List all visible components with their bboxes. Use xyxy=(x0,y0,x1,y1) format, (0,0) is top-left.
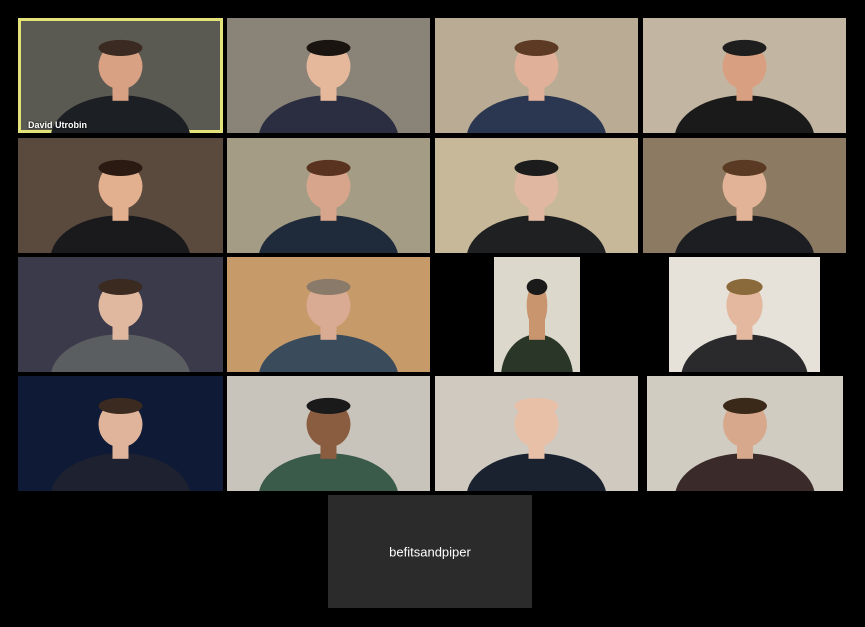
participant-video xyxy=(675,397,815,491)
participant-video xyxy=(501,278,573,372)
shirt xyxy=(259,95,398,133)
participant-tile[interactable] xyxy=(494,257,580,372)
participant-tile[interactable] xyxy=(643,138,846,253)
hair xyxy=(306,159,351,176)
shirt xyxy=(259,215,398,253)
shirt xyxy=(675,215,814,253)
participant-tile[interactable] xyxy=(643,18,846,133)
hair xyxy=(514,397,559,414)
participant-video xyxy=(467,39,606,133)
shirt xyxy=(675,453,815,491)
participant-video xyxy=(259,397,398,491)
hair xyxy=(306,39,351,56)
hair xyxy=(722,159,767,176)
participant-video xyxy=(51,397,190,491)
hair xyxy=(526,278,548,295)
participant-tile[interactable] xyxy=(227,18,430,133)
participant-tile[interactable] xyxy=(435,138,638,253)
shirt xyxy=(51,453,190,491)
shirt xyxy=(681,334,808,372)
shirt xyxy=(467,453,606,491)
participant-video xyxy=(259,278,398,372)
shirt xyxy=(259,453,398,491)
shirt xyxy=(51,215,190,253)
participant-video xyxy=(51,39,190,133)
participant-name: David Utrobin xyxy=(28,120,88,130)
participant-video xyxy=(51,278,190,372)
participant-video xyxy=(259,159,398,253)
hair xyxy=(722,39,767,56)
shirt xyxy=(675,95,814,133)
hair xyxy=(98,159,143,176)
participant-tile[interactable] xyxy=(669,257,820,372)
hair xyxy=(726,278,763,295)
participant-video xyxy=(675,39,814,133)
participant-tile[interactable] xyxy=(18,138,223,253)
shirt xyxy=(467,215,606,253)
hair xyxy=(306,278,351,295)
participant-tile[interactable] xyxy=(227,138,430,253)
shirt xyxy=(51,334,190,372)
participant-name: befitsandpiper xyxy=(389,544,471,559)
participant-tile[interactable] xyxy=(647,376,843,491)
participant-tile-audio-only[interactable]: befitsandpiper xyxy=(328,495,532,608)
participant-tile[interactable] xyxy=(435,18,638,133)
participant-video xyxy=(681,278,808,372)
hair xyxy=(514,159,559,176)
hair xyxy=(723,397,767,414)
hair xyxy=(98,397,143,414)
shirt xyxy=(501,334,573,372)
hair xyxy=(98,39,143,56)
shirt xyxy=(467,95,606,133)
participant-tile[interactable] xyxy=(18,376,223,491)
participant-video xyxy=(467,397,606,491)
participant-tile[interactable]: David Utrobin xyxy=(18,18,223,133)
hair xyxy=(306,397,351,414)
participant-video xyxy=(51,159,190,253)
shirt xyxy=(259,334,398,372)
participant-tile[interactable] xyxy=(227,376,430,491)
participant-tile[interactable] xyxy=(18,257,223,372)
participant-tile[interactable] xyxy=(227,257,430,372)
participant-video xyxy=(467,159,606,253)
participant-tile[interactable] xyxy=(435,376,638,491)
hair xyxy=(98,278,143,295)
hair xyxy=(514,39,559,56)
participant-video xyxy=(675,159,814,253)
participant-video xyxy=(259,39,398,133)
